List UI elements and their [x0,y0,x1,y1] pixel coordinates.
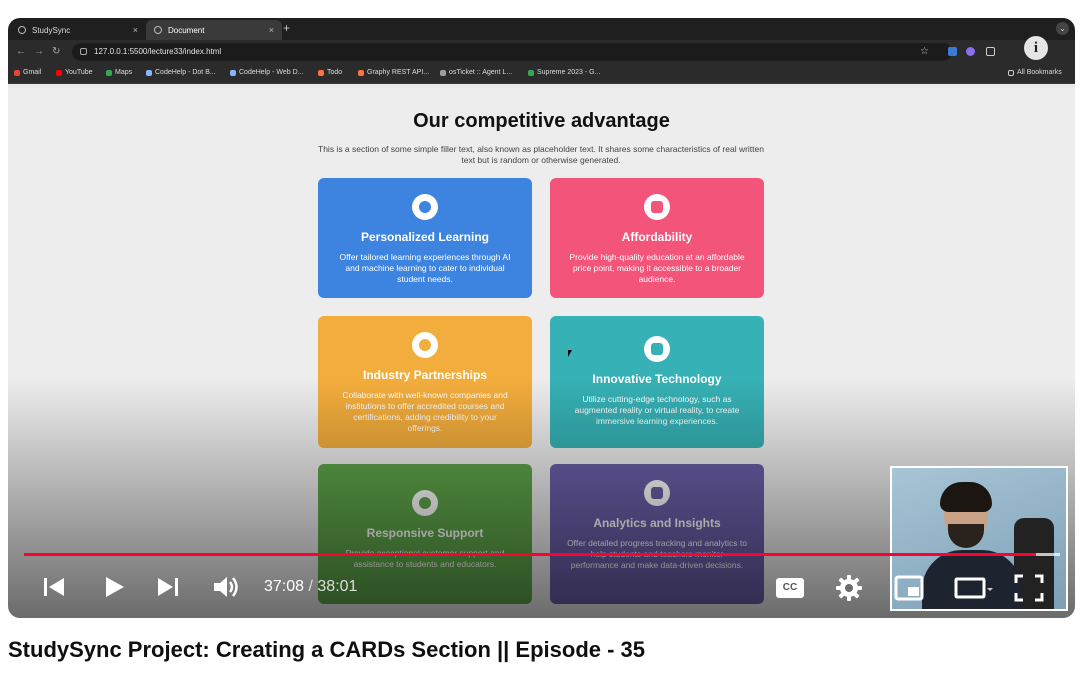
bookmark-gmail[interactable]: Gmail [14,69,41,76]
youtube-icon [56,69,62,76]
current-time: 37:08 [264,578,305,595]
extension-icon[interactable] [966,47,975,56]
card-industry-partnerships: Industry Partnerships Collaborate with w… [318,316,532,448]
card-title: Personalized Learning [360,230,490,244]
volume-button[interactable] [212,574,240,600]
previous-button[interactable] [42,576,66,598]
card-title: Innovative Technology [592,372,722,386]
volume-icon [214,577,238,597]
section-heading: Our competitive advantage [413,110,670,132]
bookmarks-bar: Gmail YouTube Maps CodeHelp - Dot B... C… [8,64,1075,84]
theater-mode-button[interactable] [954,576,994,600]
codehelp-icon [146,69,152,76]
chart-icon [644,480,670,506]
reload-icon[interactable]: ↻ [52,46,60,57]
play-icon [106,577,124,597]
drive-icon [528,69,534,76]
vr-icon [644,336,670,362]
maps-icon [106,69,112,76]
back-arrow-icon[interactable]: ← [16,46,26,57]
card-description: Utilize cutting-edge technology, such as… [574,394,740,426]
card-description: Offer tailored learning experiences thro… [339,252,511,284]
bookmark-youtube[interactable]: YouTube [56,69,93,76]
info-button[interactable]: i [1024,36,1048,60]
card-description: Provide exceptional customer support and… [346,548,505,569]
next-button[interactable] [156,576,180,598]
globe-icon [154,26,162,34]
bookmark-codehelp-web[interactable]: CodeHelp - Web D... [230,69,303,76]
bookmark-supreme[interactable]: Supreme 2023 - G... [528,69,600,76]
new-tab-button[interactable]: + [283,21,290,35]
settings-button[interactable] [835,574,863,602]
progress-buffered [1036,553,1060,556]
video-title[interactable]: StudySync Project: Creating a CARDs Sect… [8,637,645,663]
skip-next-icon [158,578,178,596]
bookmark-todo[interactable]: Todo [318,69,342,76]
gmail-icon [14,69,20,76]
tab-label: StudySync [32,25,71,35]
time-display: 37:08 / 38:01 [264,578,358,595]
folder-icon [1008,69,1014,76]
bookmark-maps[interactable]: Maps [106,69,132,76]
bookmark-osticket[interactable]: osTicket :: Agent L... [440,69,512,76]
captions-button[interactable]: CC [776,578,806,598]
bookmark-graphy[interactable]: Graphy REST API... [358,69,429,76]
miniplayer-icon [894,575,924,601]
browser-tab-document[interactable]: Document × [146,20,282,40]
theater-icon [954,577,993,599]
card-analytics-insights: Analytics and Insights Offer detailed pr… [550,464,764,604]
duration: 38:01 [317,578,358,595]
url-text: 127.0.0.1:5500/lecture33/index.html [94,47,222,56]
handshake-icon [412,332,438,358]
site-info-icon[interactable] [80,48,87,55]
forward-arrow-icon[interactable]: → [34,46,44,57]
codehelp-icon [230,69,236,76]
card-title: Responsive Support [366,526,484,540]
mouse-cursor-icon [568,350,572,357]
card-title: Industry Partnerships [362,368,488,382]
bookmark-codehelp-dotb[interactable]: CodeHelp - Dot B... [146,69,216,76]
lightbulb-icon [412,194,438,220]
tab-close-icon[interactable]: × [269,25,274,35]
captions-icon: CC [776,578,804,598]
card-description: Provide high-quality education at an aff… [569,252,745,284]
extensions-puzzle-icon[interactable] [986,47,995,56]
card-innovative-technology: Innovative Technology Utilize cutting-ed… [550,316,764,448]
graphy-icon [358,69,364,76]
globe-icon [18,26,26,34]
bookmark-star-icon[interactable]: ☆ [920,46,929,57]
tab-close-icon[interactable]: × [133,25,138,35]
progress-played [24,553,1037,556]
all-bookmarks[interactable]: All Bookmarks [1008,69,1062,76]
extension-icon[interactable] [948,47,957,56]
money-icon [644,194,670,220]
todo-icon [318,69,324,76]
osticket-icon [440,69,446,76]
progress-bar[interactable] [24,553,1060,556]
card-personalized-learning: Personalized Learning Offer tailored lea… [318,178,532,298]
tab-label: Document [168,25,205,35]
url-bar[interactable]: 127.0.0.1:5500/lecture33/index.html [72,43,952,61]
fullscreen-button[interactable] [1014,574,1044,602]
play-button[interactable] [102,575,126,599]
section-subtext: This is a section of some simple filler … [318,144,764,165]
card-affordability: Affordability Provide high-quality educa… [550,178,764,298]
support-icon [412,490,438,516]
browser-tab-studysync[interactable]: StudySync × [10,20,146,40]
skip-previous-icon [44,578,64,596]
miniplayer-button[interactable] [894,575,924,601]
gear-icon [836,575,862,601]
browser-tab-bar: StudySync × Document × + ⌄ [8,18,1075,40]
video-player[interactable]: StudySync × Document × + ⌄ ← → ↻ 127.0.0… [8,18,1075,618]
card-title: Affordability [621,230,693,244]
browser-address-row: ← → ↻ 127.0.0.1:5500/lecture33/index.htm… [8,40,1075,64]
tab-search-button[interactable]: ⌄ [1056,22,1069,35]
card-description: Collaborate with well-known companies an… [342,390,508,433]
card-title: Analytics and Insights [593,516,721,530]
fullscreen-icon [1014,574,1044,602]
